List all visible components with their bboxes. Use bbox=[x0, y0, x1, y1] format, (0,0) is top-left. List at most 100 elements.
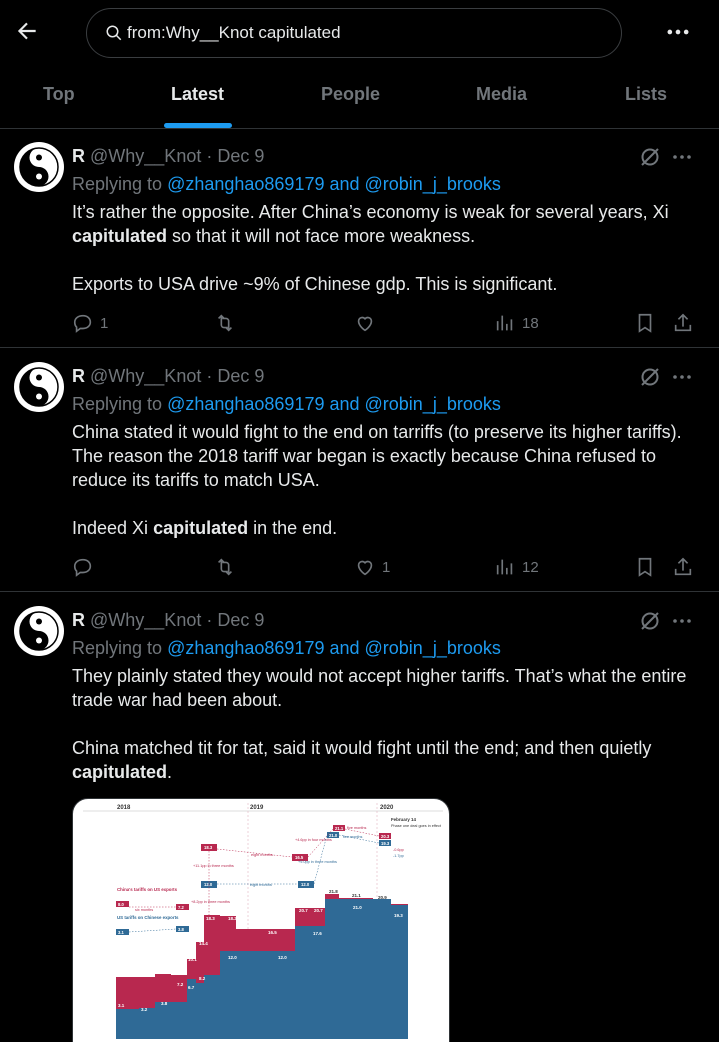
grok-icon[interactable] bbox=[638, 365, 662, 389]
callout-value: 19.3 bbox=[381, 841, 390, 846]
chart-note: +9.0pp in three months bbox=[298, 860, 337, 864]
tweet-date[interactable]: · Dec 9 bbox=[206, 610, 264, 630]
us-value: 7.2 bbox=[177, 982, 184, 987]
china-value: 20.3 bbox=[394, 899, 403, 904]
legend-china: China's tariffs on US exports bbox=[117, 887, 178, 892]
user-handle[interactable]: @Why__Knot bbox=[90, 146, 201, 166]
highlight-term: capitulated bbox=[72, 226, 168, 246]
tab-top[interactable]: Top bbox=[43, 84, 75, 105]
share-icon bbox=[674, 557, 692, 576]
back-arrow-icon[interactable] bbox=[14, 18, 40, 44]
us-value: 17.6 bbox=[313, 931, 322, 936]
search-input[interactable]: from:Why__Knot capitulated bbox=[86, 8, 622, 58]
callout-value: 8.0 bbox=[118, 902, 124, 907]
china-value: 8.4 bbox=[157, 969, 164, 974]
more-icon[interactable] bbox=[670, 609, 694, 633]
bookmark-icon bbox=[638, 557, 652, 577]
avatar[interactable] bbox=[14, 606, 64, 656]
callout-value: 12.0 bbox=[301, 882, 310, 887]
more-icon[interactable] bbox=[670, 145, 694, 169]
tab-media[interactable]: Media bbox=[476, 84, 527, 105]
china-value: 20.9 bbox=[378, 895, 387, 900]
china-value: 21.1 bbox=[352, 893, 361, 898]
retweet-button[interactable] bbox=[214, 311, 242, 335]
reply-count: 1 bbox=[100, 314, 109, 332]
callout-value: 7.2 bbox=[178, 905, 184, 910]
us-value: 6.7 bbox=[188, 985, 195, 990]
like-button[interactable]: 1 bbox=[354, 555, 390, 579]
like-count: 1 bbox=[382, 558, 391, 576]
tweet-actions: 1 12 bbox=[72, 555, 702, 579]
china-value: 21.8 bbox=[329, 889, 338, 894]
yin-yang-icon bbox=[19, 367, 59, 407]
replying-users-link[interactable]: @zhanghao869179 and @robin_j_brooks bbox=[167, 638, 501, 658]
display-name[interactable]: R bbox=[72, 610, 85, 630]
tweet-media-image[interactable]: 2018 2019 2020 8.0 8.4 8.3 10.1 14.4 18.… bbox=[72, 798, 450, 1042]
replying-users-link[interactable]: @zhanghao869179 and @robin_j_brooks bbox=[167, 174, 501, 194]
tweet-header: R @Why__Knot · Dec 9 bbox=[72, 146, 264, 167]
like-button[interactable] bbox=[354, 311, 382, 335]
us-value: 3.2 bbox=[141, 1007, 148, 1012]
tweet-date[interactable]: · Dec 9 bbox=[206, 366, 264, 386]
tab-people[interactable]: People bbox=[321, 84, 380, 105]
avatar[interactable] bbox=[14, 362, 64, 412]
grok-icon[interactable] bbox=[638, 609, 662, 633]
share-button[interactable] bbox=[672, 311, 694, 335]
tab-latest[interactable]: Latest bbox=[171, 84, 224, 105]
chart-note: +4.6pp in four months bbox=[295, 838, 332, 842]
top-bar: from:Why__Knot capitulated bbox=[0, 0, 719, 64]
share-icon bbox=[674, 313, 692, 332]
china-value: 8.3 bbox=[173, 970, 180, 975]
share-button[interactable] bbox=[672, 555, 694, 579]
highlight-term: capitulated bbox=[72, 762, 168, 782]
more-options-icon[interactable] bbox=[664, 18, 692, 46]
callout-value: 3.1 bbox=[118, 930, 124, 935]
bookmark-button[interactable] bbox=[634, 311, 656, 335]
display-name[interactable]: R bbox=[72, 366, 85, 386]
tweet[interactable]: R @Why__Knot · Dec 9 Replying to @zhangh… bbox=[0, 130, 719, 348]
tweet-header: R @Why__Knot · Dec 9 bbox=[72, 610, 264, 631]
yin-yang-icon bbox=[19, 611, 59, 651]
tweet-actions: 1 18 bbox=[72, 311, 702, 335]
grok-icon[interactable] bbox=[638, 145, 662, 169]
more-icon[interactable] bbox=[670, 365, 694, 389]
callout-value: 20.3 bbox=[381, 834, 390, 839]
bookmark-button[interactable] bbox=[634, 555, 656, 579]
chart-note: five months bbox=[347, 826, 367, 830]
us-value: 8.2 bbox=[199, 976, 206, 981]
heart-icon bbox=[357, 316, 373, 332]
replying-to: Replying to @zhanghao869179 and @robin_j… bbox=[72, 174, 501, 195]
display-name[interactable]: R bbox=[72, 146, 85, 166]
tweet[interactable]: R @Why__Knot · Dec 9 Replying to @zhangh… bbox=[0, 348, 719, 592]
reply-button[interactable]: 1 bbox=[72, 311, 108, 335]
chart-note: five months bbox=[343, 835, 363, 839]
retweet-button[interactable] bbox=[214, 555, 242, 579]
tariff-chart: 2018 2019 2020 8.0 8.4 8.3 10.1 14.4 18.… bbox=[83, 803, 443, 1039]
us-value: 19.3 bbox=[394, 913, 403, 918]
callout-value: 12.0 bbox=[204, 882, 213, 887]
user-handle[interactable]: @Why__Knot bbox=[90, 366, 201, 386]
tweet-header: R @Why__Knot · Dec 9 bbox=[72, 366, 264, 387]
heart-icon bbox=[357, 560, 373, 576]
us-value: 12.0 bbox=[278, 955, 287, 960]
active-tab-indicator bbox=[164, 123, 232, 128]
tab-lists[interactable]: Lists bbox=[625, 84, 667, 105]
highlight-term: capitulated bbox=[153, 518, 249, 538]
retweet-icon bbox=[217, 314, 233, 332]
tweet-text: They plainly stated they would not accep… bbox=[72, 666, 687, 782]
avatar[interactable] bbox=[14, 142, 64, 192]
chart-note: +11.1pp in three months bbox=[193, 864, 234, 868]
reply-button[interactable] bbox=[72, 555, 100, 579]
us-value: 3.1 bbox=[118, 1003, 125, 1008]
bookmark-icon bbox=[638, 313, 652, 333]
views-button[interactable]: 12 bbox=[494, 555, 539, 579]
user-handle[interactable]: @Why__Knot bbox=[90, 610, 201, 630]
annotation-date: February 14 bbox=[391, 817, 416, 822]
view-count: 18 bbox=[522, 314, 539, 332]
tweet-date[interactable]: · Dec 9 bbox=[206, 146, 264, 166]
replying-users-link[interactable]: @zhanghao869179 and @robin_j_brooks bbox=[167, 394, 501, 414]
retweet-icon bbox=[217, 558, 233, 576]
chart-note: -0.6pp bbox=[393, 848, 404, 852]
views-button[interactable]: 18 bbox=[494, 311, 539, 335]
chart-note: -1.7pp bbox=[393, 854, 404, 858]
